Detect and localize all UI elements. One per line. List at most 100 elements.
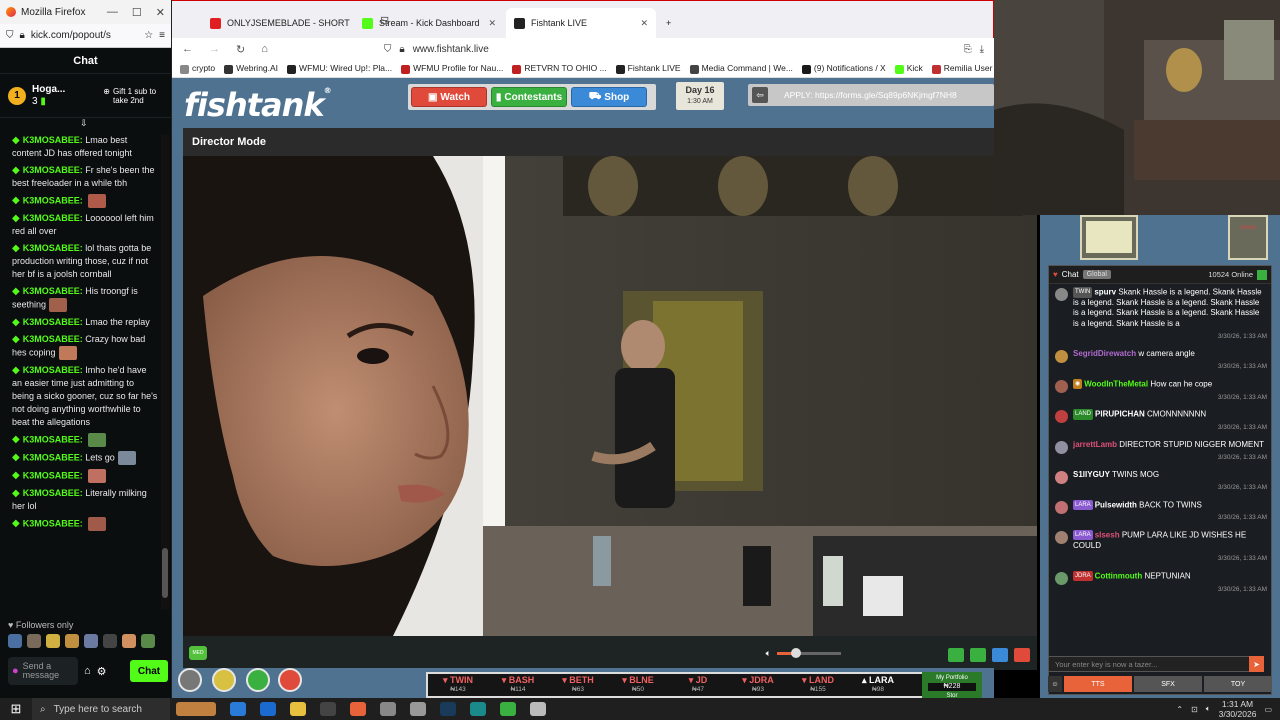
video-frame[interactable] — [183, 156, 1037, 636]
chevron-up-icon[interactable]: ⌃ — [1176, 705, 1183, 714]
url-text[interactable]: kick.com/popout/s — [31, 30, 138, 41]
avatar[interactable] — [1055, 349, 1068, 363]
app-icon[interactable] — [470, 702, 486, 716]
avatar[interactable] — [1055, 410, 1068, 424]
app-icon[interactable] — [380, 702, 396, 716]
chat-username[interactable]: K3MOSABEE: — [23, 213, 83, 223]
gift-leaderboard[interactable]: 1 Hoga... 3 ▮ ⊕ Gift 1 sub to take 2nd — [0, 74, 171, 118]
emote-icon[interactable] — [122, 634, 136, 648]
bookmark-item[interactable]: Media Command | We... — [689, 63, 793, 74]
bookmark-item[interactable]: WFMU Profile for Nau... — [401, 63, 503, 74]
roster-item-bash[interactable]: ▾ BASH ₦114 — [488, 675, 548, 695]
chat-username[interactable]: K3MOSABEE: — [23, 165, 83, 175]
avatar[interactable] — [1055, 288, 1068, 301]
clock[interactable]: 1:31 AM 3/30/2026 — [1219, 699, 1257, 719]
avatar[interactable] — [1055, 440, 1068, 454]
settings-gear-icon[interactable] — [178, 668, 202, 692]
chat-username[interactable]: K3MOSABEE: — [23, 434, 83, 444]
chat-input[interactable]: ● Send a message — [8, 657, 78, 685]
clip-icon[interactable] — [948, 648, 964, 662]
chat-username[interactable]: K3MOSABEE: — [23, 452, 83, 462]
scrollbar-thumb[interactable] — [162, 548, 168, 598]
file-explorer-icon[interactable] — [290, 702, 306, 716]
chat-username[interactable]: K3MOSABEE: — [23, 365, 83, 375]
tab-chat[interactable]: Chat — [1062, 270, 1079, 279]
mic-icon[interactable]: ● — [12, 665, 19, 676]
minimize-icon[interactable]: — — [107, 6, 118, 19]
firefox-icon[interactable] — [350, 702, 366, 716]
contestants-button[interactable]: ▮ Contestants — [491, 87, 567, 107]
avatar[interactable] — [1055, 530, 1068, 544]
toy-button[interactable]: TOY — [1204, 676, 1272, 692]
avatar[interactable] — [1055, 571, 1068, 585]
expand-icon[interactable] — [1257, 269, 1267, 280]
bookmark-item[interactable]: Kick — [894, 63, 923, 74]
extension-icon[interactable]: ⎘ — [964, 44, 972, 55]
sfx-button[interactable]: SFX — [1134, 676, 1202, 692]
reload-icon[interactable]: ↻ — [236, 43, 245, 56]
address-bar[interactable]: ⛉ 🔒︎ www.fishtank.live ⎘ ⤓ — [384, 44, 984, 55]
gift-sub-prompt[interactable]: ⊕ Gift 1 sub to take 2nd — [103, 87, 163, 105]
coin-icon[interactable] — [212, 668, 236, 692]
chat-username[interactable]: SegridDirewatch — [1073, 349, 1136, 358]
tab-close-icon[interactable]: ✕ — [640, 18, 648, 29]
roster-item-blne[interactable]: ▾ BLNE ₦50 — [608, 675, 668, 695]
edge-icon[interactable] — [260, 702, 276, 716]
browser-tab[interactable]: ONLYJSEMEBLADE - SHORT CA✕ — [202, 8, 352, 38]
settings-icon[interactable]: ⚙ — [97, 665, 107, 678]
gift-shop-icon[interactable]: ⌂ — [84, 665, 91, 677]
download-icon[interactable]: ⤓ — [980, 44, 984, 55]
bookmark-item[interactable]: WFMU: Wired Up!: Pla... — [287, 63, 392, 74]
bookmark-item[interactable]: (9) Notifications / X — [801, 63, 886, 74]
browser-tab[interactable]: Fishtank LIVE ✕ — [506, 8, 656, 38]
bookmark-item[interactable]: crypto — [180, 63, 215, 74]
avatar[interactable] — [1055, 470, 1068, 484]
taskbar-search[interactable]: ⌕ Type here to search — [32, 698, 170, 720]
shop-bag-icon[interactable] — [246, 668, 270, 692]
obs-icon[interactable] — [320, 702, 336, 716]
camera-card[interactable] — [1080, 215, 1138, 260]
chat-scrollbar[interactable] — [161, 134, 169, 610]
emote-icon[interactable] — [27, 634, 41, 648]
bookmark-item[interactable]: Webring.AI — [224, 63, 278, 74]
watch-button[interactable]: ▣ Watch — [411, 87, 487, 107]
chat-username[interactable]: WoodInTheMetal — [1084, 379, 1148, 388]
volume-knob[interactable] — [791, 647, 802, 658]
chat-username[interactable]: K3MOSABEE: — [23, 135, 83, 145]
copilot-icon[interactable] — [230, 702, 246, 716]
chat-username[interactable]: slsesh — [1095, 530, 1120, 539]
chat-username[interactable]: S1llYGUY — [1073, 470, 1110, 479]
ticker-back-icon[interactable]: ⇦ — [752, 87, 768, 103]
fullscreen-icon[interactable] — [992, 648, 1008, 662]
roster-item-beth[interactable]: ▾ BETH ₦63 — [548, 675, 608, 695]
emoji-icon[interactable]: ☺ — [1048, 676, 1062, 692]
bookmark-item[interactable]: Remilia User Profiles — [931, 63, 994, 74]
scroll-down-arrow-icon[interactable]: ⇩ — [80, 118, 88, 129]
tab-overview-icon[interactable]: ⊟ — [380, 14, 389, 27]
maximize-icon[interactable]: ☐ — [132, 6, 142, 19]
network-icon[interactable]: ⊡ — [1191, 705, 1198, 714]
chat-username[interactable]: K3MOSABEE: — [23, 488, 83, 498]
app-icon[interactable] — [410, 702, 426, 716]
emote-icon[interactable] — [65, 634, 79, 648]
portfolio-widget[interactable]: My Portfolio ₦228 Stor — [922, 672, 982, 699]
emote-icon[interactable] — [46, 634, 60, 648]
app-icon[interactable] — [530, 702, 546, 716]
tts-button[interactable]: TTS — [1064, 676, 1132, 692]
send-chat-button[interactable]: Chat — [130, 660, 168, 682]
chat-username[interactable]: K3MOSABEE: — [23, 243, 83, 253]
chat-username[interactable]: Pulsewidth — [1095, 500, 1137, 509]
fishtank-logo[interactable]: fishtank® — [184, 86, 332, 124]
roster-item-jd[interactable]: ▾ JD ₦47 — [668, 675, 728, 695]
send-icon[interactable]: ➤ — [1249, 656, 1264, 672]
boxing-glove-icon[interactable] — [278, 668, 302, 692]
chat-username[interactable]: K3MOSABEE: — [23, 317, 83, 327]
menu-icon[interactable]: ≡ — [159, 30, 165, 41]
chat-username[interactable]: K3MOSABEE: — [23, 470, 83, 480]
browser-tab[interactable]: Stream - Kick Dashboard ✕ — [354, 8, 504, 38]
avatar[interactable] — [1055, 500, 1068, 514]
close-icon[interactable]: ✕ — [156, 6, 165, 19]
steam-icon[interactable] — [440, 702, 456, 716]
chat-username[interactable]: K3MOSABEE: — [23, 518, 83, 528]
roster-item-land[interactable]: ▾ LAND ₦155 — [788, 675, 848, 695]
